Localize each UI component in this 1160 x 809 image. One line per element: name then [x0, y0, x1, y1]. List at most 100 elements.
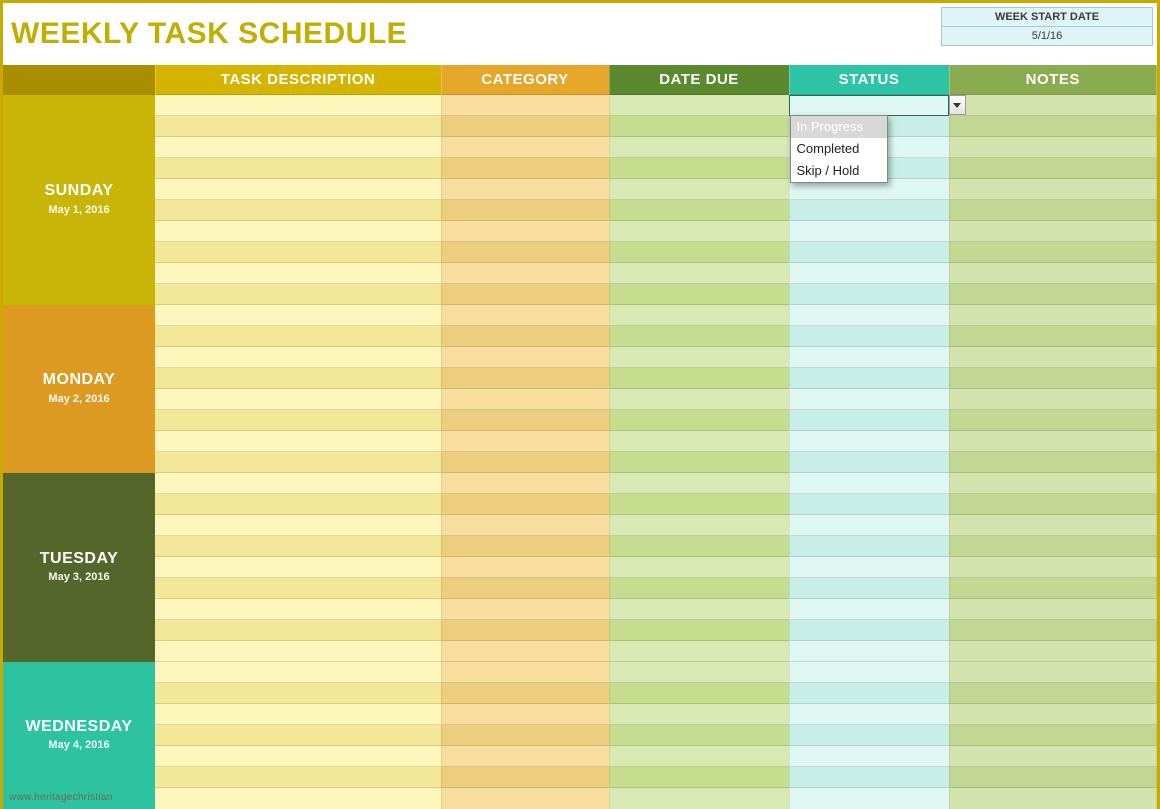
category-cell[interactable]	[441, 473, 609, 494]
category-cell[interactable]	[441, 158, 609, 179]
status-cell[interactable]	[789, 305, 949, 326]
due-cell[interactable]	[609, 284, 789, 305]
task-cell[interactable]	[155, 116, 441, 137]
notes-cell[interactable]	[949, 641, 1157, 662]
task-cell[interactable]	[155, 557, 441, 578]
category-cell[interactable]	[441, 284, 609, 305]
status-cell[interactable]	[789, 788, 949, 809]
notes-cell[interactable]	[949, 305, 1157, 326]
status-cell[interactable]	[789, 452, 949, 473]
status-cell[interactable]	[789, 221, 949, 242]
task-cell[interactable]	[155, 158, 441, 179]
notes-cell[interactable]	[949, 725, 1157, 746]
task-cell[interactable]	[155, 536, 441, 557]
category-cell[interactable]	[441, 179, 609, 200]
category-cell[interactable]	[441, 494, 609, 515]
status-cell[interactable]	[789, 767, 949, 788]
status-cell[interactable]	[789, 263, 949, 284]
task-cell[interactable]	[155, 221, 441, 242]
category-cell[interactable]	[441, 536, 609, 557]
category-cell[interactable]	[441, 410, 609, 431]
notes-cell[interactable]	[949, 536, 1157, 557]
due-cell[interactable]	[609, 137, 789, 158]
category-cell[interactable]	[441, 683, 609, 704]
notes-cell[interactable]	[949, 368, 1157, 389]
week-start-value[interactable]: 5/1/16	[941, 27, 1153, 46]
status-cell[interactable]	[789, 347, 949, 368]
status-dropdown[interactable]: In ProgressCompletedSkip / Hold	[790, 115, 888, 183]
status-cell[interactable]	[789, 200, 949, 221]
status-cell[interactable]: In ProgressCompletedSkip / Hold	[789, 95, 949, 116]
task-cell[interactable]	[155, 578, 441, 599]
notes-cell[interactable]	[949, 494, 1157, 515]
task-cell[interactable]	[155, 599, 441, 620]
status-cell[interactable]	[789, 746, 949, 767]
category-cell[interactable]	[441, 725, 609, 746]
status-cell[interactable]	[789, 431, 949, 452]
category-cell[interactable]	[441, 200, 609, 221]
task-cell[interactable]	[155, 662, 441, 683]
notes-cell[interactable]	[949, 326, 1157, 347]
due-cell[interactable]	[609, 557, 789, 578]
due-cell[interactable]	[609, 410, 789, 431]
due-cell[interactable]	[609, 347, 789, 368]
task-cell[interactable]	[155, 95, 441, 116]
category-cell[interactable]	[441, 578, 609, 599]
status-cell[interactable]	[789, 704, 949, 725]
task-cell[interactable]	[155, 767, 441, 788]
status-option[interactable]: In Progress	[791, 116, 887, 138]
task-cell[interactable]	[155, 704, 441, 725]
due-cell[interactable]	[609, 242, 789, 263]
due-cell[interactable]	[609, 788, 789, 809]
status-cell[interactable]	[789, 620, 949, 641]
notes-cell[interactable]	[949, 284, 1157, 305]
task-cell[interactable]	[155, 242, 441, 263]
due-cell[interactable]	[609, 725, 789, 746]
dropdown-button[interactable]	[949, 95, 966, 115]
status-cell[interactable]	[789, 557, 949, 578]
category-cell[interactable]	[441, 662, 609, 683]
status-option[interactable]: Completed	[791, 138, 887, 160]
due-cell[interactable]	[609, 662, 789, 683]
notes-cell[interactable]	[949, 557, 1157, 578]
status-cell[interactable]	[789, 242, 949, 263]
task-cell[interactable]	[155, 137, 441, 158]
task-cell[interactable]	[155, 641, 441, 662]
due-cell[interactable]	[609, 95, 789, 116]
notes-cell[interactable]	[949, 221, 1157, 242]
task-cell[interactable]	[155, 725, 441, 746]
due-cell[interactable]	[609, 200, 789, 221]
notes-cell[interactable]	[949, 431, 1157, 452]
due-cell[interactable]	[609, 116, 789, 137]
due-cell[interactable]	[609, 263, 789, 284]
due-cell[interactable]	[609, 389, 789, 410]
category-cell[interactable]	[441, 557, 609, 578]
task-cell[interactable]	[155, 473, 441, 494]
status-cell[interactable]	[789, 641, 949, 662]
due-cell[interactable]	[609, 641, 789, 662]
task-cell[interactable]	[155, 368, 441, 389]
task-cell[interactable]	[155, 284, 441, 305]
notes-cell[interactable]	[949, 242, 1157, 263]
task-cell[interactable]	[155, 263, 441, 284]
status-cell[interactable]	[789, 536, 949, 557]
notes-cell[interactable]	[949, 473, 1157, 494]
notes-cell[interactable]	[949, 179, 1157, 200]
category-cell[interactable]	[441, 263, 609, 284]
notes-cell[interactable]	[949, 515, 1157, 536]
category-cell[interactable]	[441, 95, 609, 116]
status-cell[interactable]	[789, 578, 949, 599]
category-cell[interactable]	[441, 116, 609, 137]
due-cell[interactable]	[609, 179, 789, 200]
notes-cell[interactable]	[949, 746, 1157, 767]
category-cell[interactable]	[441, 242, 609, 263]
category-cell[interactable]	[441, 347, 609, 368]
category-cell[interactable]	[441, 137, 609, 158]
status-cell[interactable]	[789, 410, 949, 431]
status-cell[interactable]	[789, 662, 949, 683]
due-cell[interactable]	[609, 683, 789, 704]
category-cell[interactable]	[441, 515, 609, 536]
task-cell[interactable]	[155, 179, 441, 200]
status-cell[interactable]	[789, 473, 949, 494]
notes-cell[interactable]	[949, 116, 1157, 137]
